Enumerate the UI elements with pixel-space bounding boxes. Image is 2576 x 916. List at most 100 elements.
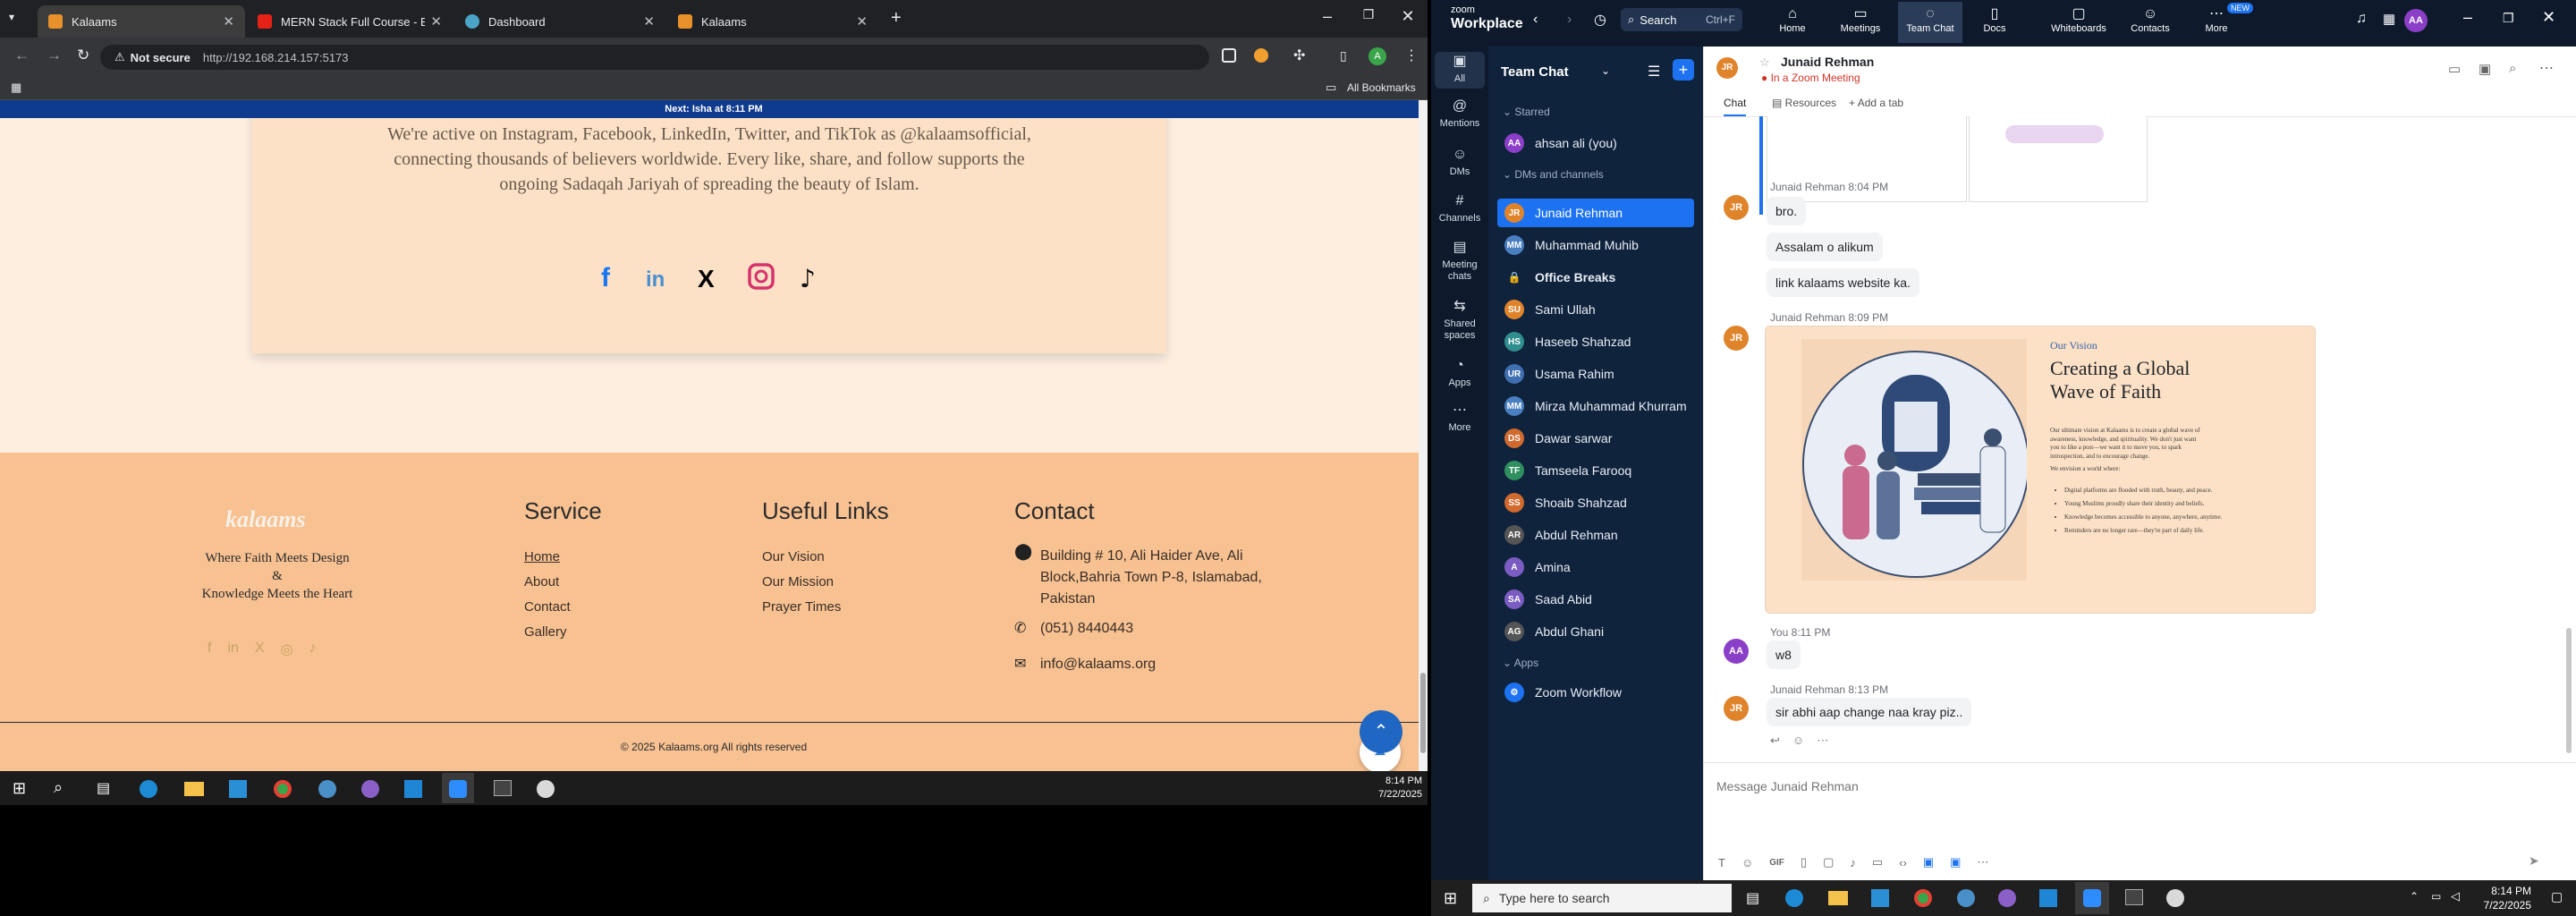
apps-grid-icon[interactable]: ▦ (11, 81, 21, 95)
calendar-icon[interactable]: ▦ (2383, 11, 2395, 27)
all-bookmarks-link[interactable]: All Bookmarks (1347, 81, 1416, 94)
maximize-button[interactable]: ❐ (1351, 7, 1386, 22)
chevron-down-icon[interactable]: ⌄ (1601, 64, 1610, 77)
store-icon[interactable] (1871, 889, 1889, 907)
terminal-icon[interactable] (2125, 889, 2143, 905)
nav-team-chat[interactable]: ◌ Team Chat (1898, 2, 1962, 43)
terminal-icon[interactable] (494, 780, 512, 796)
instagram-icon[interactable]: ◎ (281, 640, 293, 658)
app-icon-2[interactable] (2166, 889, 2184, 907)
file-explorer-icon[interactable] (1828, 891, 1848, 905)
side-more[interactable]: ⋯ More (1431, 403, 1488, 434)
email-link[interactable]: info@kalaams.org (1040, 657, 1156, 673)
url-field[interactable]: ⚠ Not secure http://192.168.214.157:5173 (100, 45, 1209, 70)
app-icon-2[interactable] (537, 780, 555, 798)
warning-icon[interactable]: ⚠ (114, 50, 125, 64)
avatar[interactable]: AA (1724, 639, 1749, 664)
phone-number[interactable]: (051) 8440443 (1040, 621, 1133, 637)
maximize-button[interactable]: ❐ (2503, 11, 2514, 26)
tiktok-icon[interactable]: ♪ (800, 264, 816, 293)
task-view-icon[interactable]: ▤ (97, 779, 110, 797)
star-icon[interactable]: ☆ (1759, 55, 1770, 70)
forward-icon[interactable]: › (1567, 12, 1572, 28)
facebook-icon[interactable]: f (208, 640, 211, 658)
nav-contacts[interactable]: ☺ Contacts (2118, 5, 2182, 34)
panel-title[interactable]: Team Chat (1501, 64, 1569, 80)
scroll-top-button[interactable]: ⌃ (1360, 710, 1402, 753)
close-icon[interactable]: ✕ (643, 13, 655, 30)
tab-kalaams-active[interactable]: Kalaams ✕ (38, 5, 245, 38)
contact-item[interactable]: TF Tamseela Farooq (1497, 456, 1694, 485)
starred-header[interactable]: ⌄ Starred (1503, 106, 1550, 118)
app-icon[interactable] (318, 780, 336, 798)
zoom-icon[interactable] (449, 780, 467, 798)
message-bubble[interactable]: bro. (1767, 197, 1807, 225)
back-icon[interactable]: ← (14, 47, 30, 64)
tab-chat[interactable]: Chat (1724, 97, 1747, 116)
send-icon[interactable]: ➤ (2529, 853, 2539, 869)
side-all[interactable]: ▣ All (1435, 52, 1485, 89)
task-view-icon[interactable]: ▤ (1746, 889, 1759, 907)
video-icon[interactable]: ▭ (1872, 855, 1883, 869)
gif-icon[interactable]: GIF (1769, 858, 1784, 868)
x-twitter-icon[interactable]: X (698, 265, 715, 293)
footer-link-contact[interactable]: Contact (524, 599, 571, 615)
footer-link-prayer-times[interactable]: Prayer Times (762, 599, 841, 615)
nav-docs[interactable]: ▯ Docs (1962, 5, 2027, 34)
puzzle-icon[interactable]: ✣ (1293, 47, 1305, 64)
instagram-icon[interactable] (748, 263, 775, 290)
tray-chevron-icon[interactable]: ⌃ (2410, 890, 2419, 903)
contact-item[interactable]: DS Dawar sarwar (1497, 424, 1694, 453)
avatar[interactable]: JR (1724, 696, 1749, 721)
screen-share-icon[interactable]: ▣ (2479, 61, 2491, 77)
search-icon[interactable]: ⌕ (54, 778, 63, 797)
footer-link-vision[interactable]: Our Vision (762, 549, 825, 564)
windows-start-icon[interactable]: ⊞ (13, 779, 26, 798)
tab-resources[interactable]: ▤ Resources (1772, 97, 1836, 109)
tab-add[interactable]: + Add a tab (1849, 97, 1903, 109)
avatar[interactable]: JR (1724, 326, 1749, 351)
chat-avatar[interactable]: JR (1716, 57, 1738, 79)
edge-icon[interactable] (140, 780, 157, 798)
app-icon-2[interactable]: ▣ (1950, 855, 1961, 869)
sidebar-icon[interactable]: ▯ (1340, 48, 1347, 64)
side-apps[interactable]: ◔ Apps (1431, 359, 1488, 389)
apps-header[interactable]: ⌄ Apps (1503, 657, 1538, 669)
message-bubble[interactable]: Assalam o alikum (1767, 233, 1883, 261)
tab-mern[interactable]: MERN Stack Full Course - ECom ✕ (247, 5, 453, 38)
bell-icon[interactable]: ♫ (2356, 11, 2367, 27)
footer-link-home[interactable]: Home (524, 549, 560, 564)
message-bubble[interactable]: w8 (1767, 640, 1801, 669)
forward-icon[interactable]: → (47, 47, 62, 64)
nav-meetings[interactable]: ▭ Meetings (1828, 5, 1893, 34)
video-call-icon[interactable]: ▭ (2448, 61, 2461, 77)
volume-icon[interactable]: ◁ (2451, 889, 2460, 903)
contact-item[interactable]: MM Mirza Muhammad Khurram (1497, 392, 1694, 420)
contact-item[interactable]: SA Saad Abid (1497, 585, 1694, 614)
url-text[interactable]: http://192.168.214.157:5173 (203, 51, 349, 64)
zoom-icon[interactable] (2083, 889, 2101, 907)
side-dms[interactable]: ☺ DMs (1431, 148, 1488, 178)
contact-item[interactable]: SS Shoaib Shahzad (1497, 488, 1694, 517)
tab-search-icon[interactable]: ▾ (9, 11, 14, 23)
tab-dashboard[interactable]: Dashboard ✕ (454, 5, 665, 38)
github-icon[interactable] (361, 780, 379, 798)
facebook-icon[interactable]: f (594, 263, 619, 293)
page-scrollbar[interactable] (1419, 100, 1428, 771)
app-icon[interactable]: ▣ (1923, 855, 1934, 869)
contact-item[interactable]: AG Abdul Ghani (1497, 617, 1694, 646)
message-bubble[interactable]: link kalaams website ka. (1767, 268, 1919, 297)
side-shared-spaces[interactable]: ⇆ Shared spaces (1431, 300, 1488, 342)
close-icon[interactable]: ✕ (223, 13, 234, 30)
footer-link-mission[interactable]: Our Mission (762, 574, 834, 589)
vscode-icon[interactable] (404, 780, 422, 798)
reply-icon[interactable]: ↩ (1770, 734, 1780, 748)
close-icon[interactable]: ✕ (856, 13, 868, 30)
mic-icon[interactable]: ♪ (1850, 856, 1856, 869)
footer-link-about[interactable]: About (524, 574, 559, 589)
side-meeting-chats[interactable]: ▤ Meeting chats (1431, 241, 1488, 283)
linkedin-icon[interactable]: in (227, 640, 238, 658)
compose-button[interactable]: + (1673, 59, 1694, 81)
contact-item[interactable]: JR Junaid Rehman (1497, 199, 1694, 227)
x-twitter-icon[interactable]: X (255, 640, 265, 658)
